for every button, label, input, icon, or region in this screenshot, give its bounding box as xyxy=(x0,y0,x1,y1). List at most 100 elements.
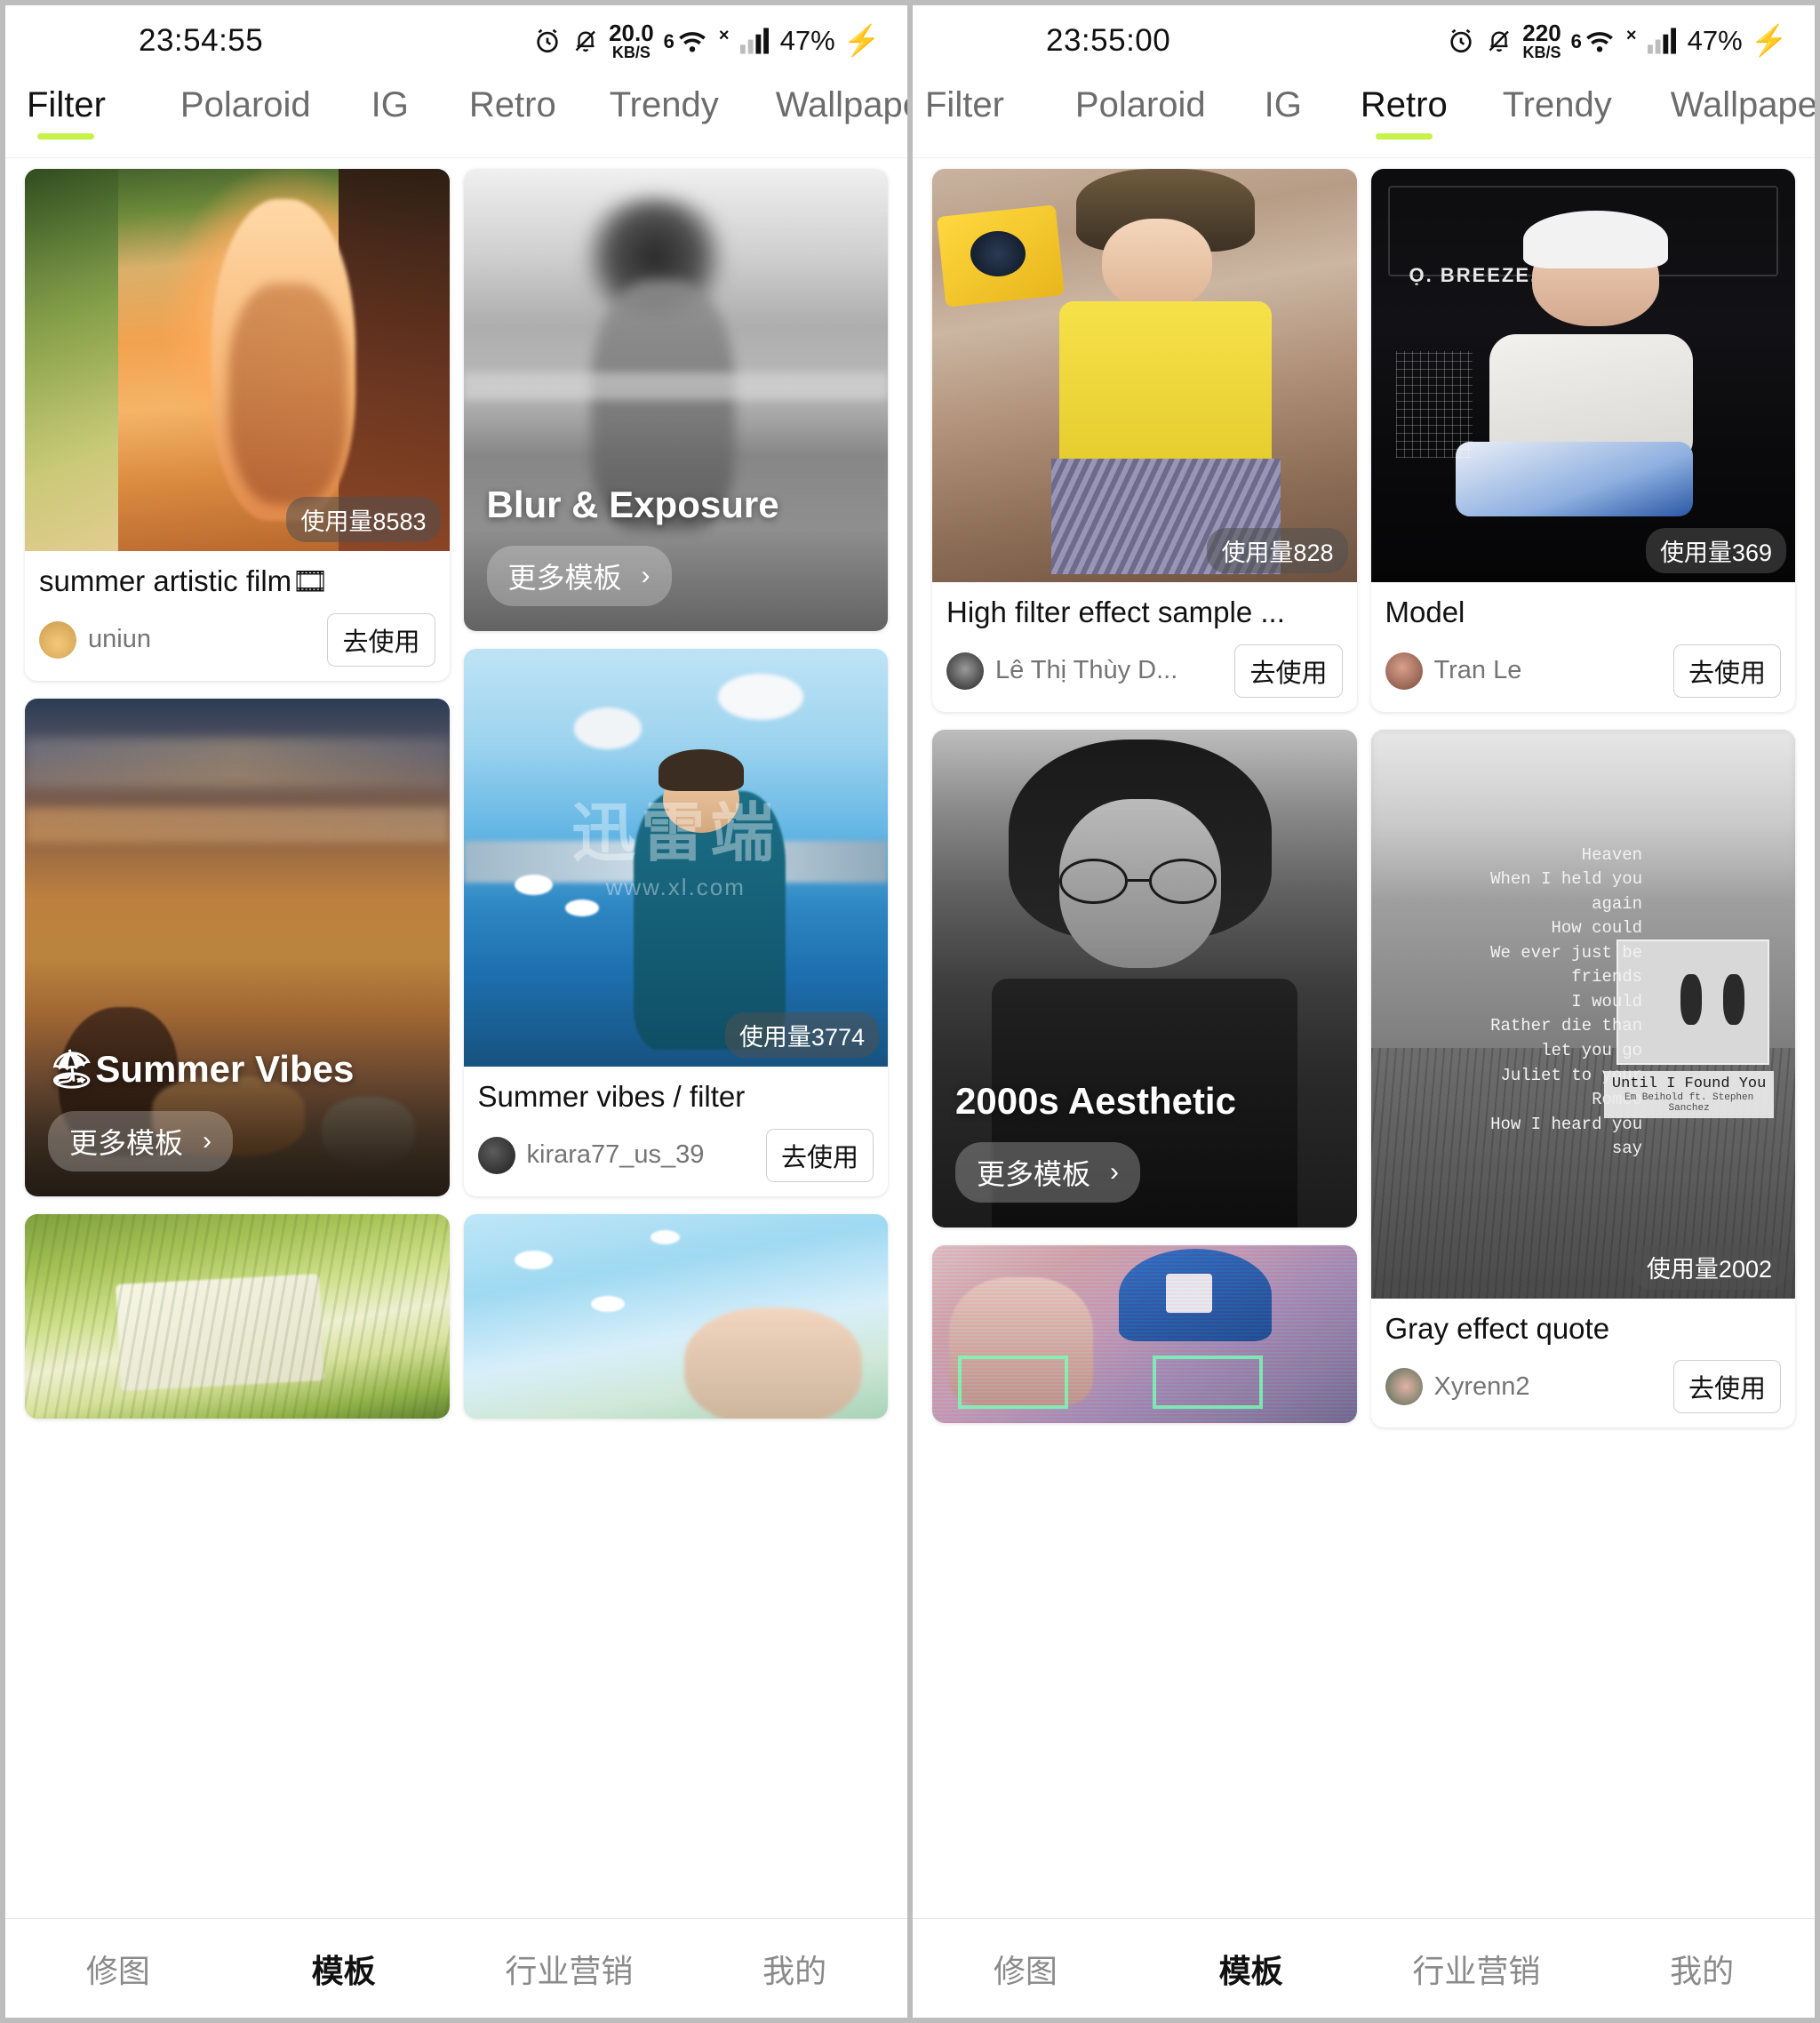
template-card-partial[interactable] xyxy=(932,1244,1357,1423)
template-title: Summer vibes / filter xyxy=(477,1080,746,1113)
tab-trendy[interactable]: Trendy xyxy=(1503,85,1612,140)
bottom-nav-item-template[interactable]: 模板 xyxy=(231,1946,457,1992)
alarm-icon xyxy=(532,26,563,56)
more-templates-button[interactable]: 更多模板 › xyxy=(48,1110,234,1171)
artwork-grass-book xyxy=(25,1213,450,1419)
bottom-navigation-bar[interactable]: 修图 模板 行业营销 我的 xyxy=(913,1918,1815,2018)
tab-ig[interactable]: IG xyxy=(371,85,409,140)
author-name: Xyrenn2 xyxy=(1433,1371,1530,1401)
tab-wallpaper[interactable]: Wallpaper xyxy=(1671,85,1815,140)
template-thumbnail[interactable]: 迅雷端 www.xl.com 使用量3774 xyxy=(463,649,888,1067)
banner-thumbnail[interactable]: 🏖Summer Vibes 更多模板 › xyxy=(25,698,450,1196)
tab-filter[interactable]: Filter xyxy=(925,85,1004,140)
author-row: kirara77_us_39 去使用 xyxy=(477,1128,874,1182)
use-template-button[interactable]: 去使用 xyxy=(327,612,435,667)
bottom-nav-item-marketing[interactable]: 行业营销 xyxy=(457,1946,682,1992)
dual-screenshot-container: 23:54:55 20.0 KB/S 6 × 47% ⚡ Filter Pola… xyxy=(0,0,1820,2023)
template-thumbnail[interactable] xyxy=(25,1213,450,1419)
template-thumbnail[interactable]: Ọ. BREEZE. 使用量369 xyxy=(1370,169,1795,582)
status-icons: 20.0 KB/S 6 × 47% ⚡ xyxy=(532,21,881,61)
no-sim-icon: × xyxy=(718,25,730,45)
more-templates-label: 更多模板 xyxy=(977,1157,1091,1190)
bottom-nav-item-edit[interactable]: 修图 xyxy=(913,1946,1138,1992)
template-thumbnail[interactable]: Heaven When I held you again How could W… xyxy=(1370,729,1795,1299)
bottom-nav-item-profile[interactable]: 我的 xyxy=(1589,1946,1815,1992)
card-meta: Model Tran Le 去使用 xyxy=(1371,582,1796,712)
tab-ig[interactable]: IG xyxy=(1265,85,1302,140)
tab-filter[interactable]: Filter xyxy=(27,85,106,140)
template-title: Model xyxy=(1385,596,1465,628)
tab-polaroid[interactable]: Polaroid xyxy=(180,85,311,140)
template-card[interactable]: 迅雷端 www.xl.com 使用量3774 Summer vibes / fi… xyxy=(463,649,889,1196)
status-bar: 23:54:55 20.0 KB/S 6 × 47% ⚡ xyxy=(5,5,907,76)
banner-thumbnail[interactable]: 2000s Aesthetic 更多模板 › xyxy=(932,729,1357,1227)
tab-active-indicator xyxy=(1375,133,1433,140)
bottom-nav-item-marketing[interactable]: 行业营销 xyxy=(1364,1946,1590,1992)
no-sim-icon: × xyxy=(1625,25,1637,45)
artwork-sky-flowers xyxy=(463,1213,888,1419)
template-title: summer artistic film🎞 xyxy=(39,564,330,597)
overlay-song-caption: Until I Found You Em Beihold ft. Stephen… xyxy=(1604,1070,1775,1118)
collection-banner-card[interactable]: 2000s Aesthetic 更多模板 › xyxy=(932,729,1357,1227)
tab-retro[interactable]: Retro xyxy=(469,85,556,140)
tab-label: IG xyxy=(371,85,409,124)
network-speed: 20.0 KB/S xyxy=(609,21,654,61)
lyric-line: We ever just be xyxy=(1490,942,1643,963)
bottom-nav-item-template[interactable]: 模板 xyxy=(1138,1946,1364,1992)
tab-label: Filter xyxy=(27,85,106,124)
chevron-right-icon: › xyxy=(641,561,651,590)
wifi-generation: 6 xyxy=(1570,30,1582,52)
tab-label: Retro xyxy=(468,85,556,124)
artwork-girl-window-warm xyxy=(25,169,450,551)
song-title: Until I Found You xyxy=(1611,1075,1767,1092)
tab-label: Polaroid xyxy=(1074,85,1206,124)
template-card-partial[interactable] xyxy=(25,1213,450,1419)
use-template-button[interactable]: 去使用 xyxy=(1234,644,1343,698)
banner-text-block: 2000s Aesthetic 更多模板 › xyxy=(955,1080,1339,1203)
more-templates-button[interactable]: 更多模板 › xyxy=(955,1141,1141,1203)
template-feed[interactable]: 使用量828 High filter effect sample ... Lê … xyxy=(913,158,1815,1918)
template-thumbnail[interactable]: 使用量828 xyxy=(932,169,1357,582)
tab-polaroid[interactable]: Polaroid xyxy=(1075,85,1206,140)
banner-text-block: Blur & Exposure 更多模板 › xyxy=(486,484,871,606)
tab-wallpaper[interactable]: Wallpaper xyxy=(776,85,907,140)
bell-muted-icon xyxy=(572,26,599,56)
template-thumbnail[interactable]: 使用量8583 xyxy=(25,169,450,551)
template-card[interactable]: Ọ. BREEZE. 使用量369 Model Tran Le 去使用 xyxy=(1370,169,1796,712)
bottom-nav-item-profile[interactable]: 我的 xyxy=(682,1946,907,1992)
phone-screen-right: 23:55:00 220 KB/S 6 × 47% ⚡ Filter Polar… xyxy=(910,0,1820,2023)
template-thumbnail[interactable] xyxy=(932,1244,1357,1423)
bell-muted-icon xyxy=(1486,26,1513,56)
tab-retro[interactable]: Retro xyxy=(1361,85,1448,140)
more-templates-button[interactable]: 更多模板 › xyxy=(486,546,672,606)
avatar xyxy=(39,620,76,659)
more-templates-label: 更多模板 xyxy=(69,1126,184,1159)
use-template-button[interactable]: 去使用 xyxy=(765,1128,874,1182)
bottom-navigation-bar[interactable]: 修图 模板 行业营销 我的 xyxy=(5,1918,907,2018)
feed-column-right: Blur & Exposure 更多模板 › 迅雷端 www.xl.com 使用… xyxy=(463,169,889,1419)
use-template-button[interactable]: 去使用 xyxy=(1672,644,1781,698)
template-feed[interactable]: 使用量8583 summer artistic film🎞 uniun 去使用 xyxy=(5,158,907,1918)
template-card-partial[interactable] xyxy=(463,1213,888,1419)
signal-icon xyxy=(1647,28,1676,54)
category-tab-bar[interactable]: Filter Polaroid IG Retro Trendy Wallpape… xyxy=(5,76,907,158)
usage-count-badge: 使用量8583 xyxy=(286,497,441,542)
tab-trendy[interactable]: Trendy xyxy=(610,85,719,140)
banner-text-block: 🏖Summer Vibes 更多模板 › xyxy=(48,1048,432,1171)
card-meta: Summer vibes / filter kirara77_us_39 去使用 xyxy=(464,1067,889,1196)
template-card[interactable]: 使用量8583 summer artistic film🎞 uniun 去使用 xyxy=(25,169,450,681)
template-card[interactable]: 使用量828 High filter effect sample ... Lê … xyxy=(932,169,1357,712)
template-card[interactable]: Heaven When I held you again How could W… xyxy=(1370,729,1795,1428)
artwork-lake-girl-birds: 迅雷端 www.xl.com xyxy=(463,649,888,1067)
category-tab-bar[interactable]: Filter Polaroid IG Retro Trendy Wallpape… xyxy=(913,76,1815,158)
template-thumbnail[interactable] xyxy=(463,1213,888,1419)
phone-screen-left: 23:54:55 20.0 KB/S 6 × 47% ⚡ Filter Pola… xyxy=(0,0,910,2023)
banner-thumbnail[interactable]: Blur & Exposure 更多模板 › xyxy=(463,169,888,631)
collection-banner-card[interactable]: Blur & Exposure 更多模板 › xyxy=(463,169,888,631)
bottom-nav-item-edit[interactable]: 修图 xyxy=(5,1946,231,1992)
author-row: Tran Le 去使用 xyxy=(1385,644,1781,698)
usage-count-badge: 使用量369 xyxy=(1645,528,1786,573)
collection-banner-card[interactable]: 🏖Summer Vibes 更多模板 › xyxy=(25,698,450,1196)
use-template-button[interactable]: 去使用 xyxy=(1672,1360,1781,1414)
avatar xyxy=(1385,652,1423,690)
